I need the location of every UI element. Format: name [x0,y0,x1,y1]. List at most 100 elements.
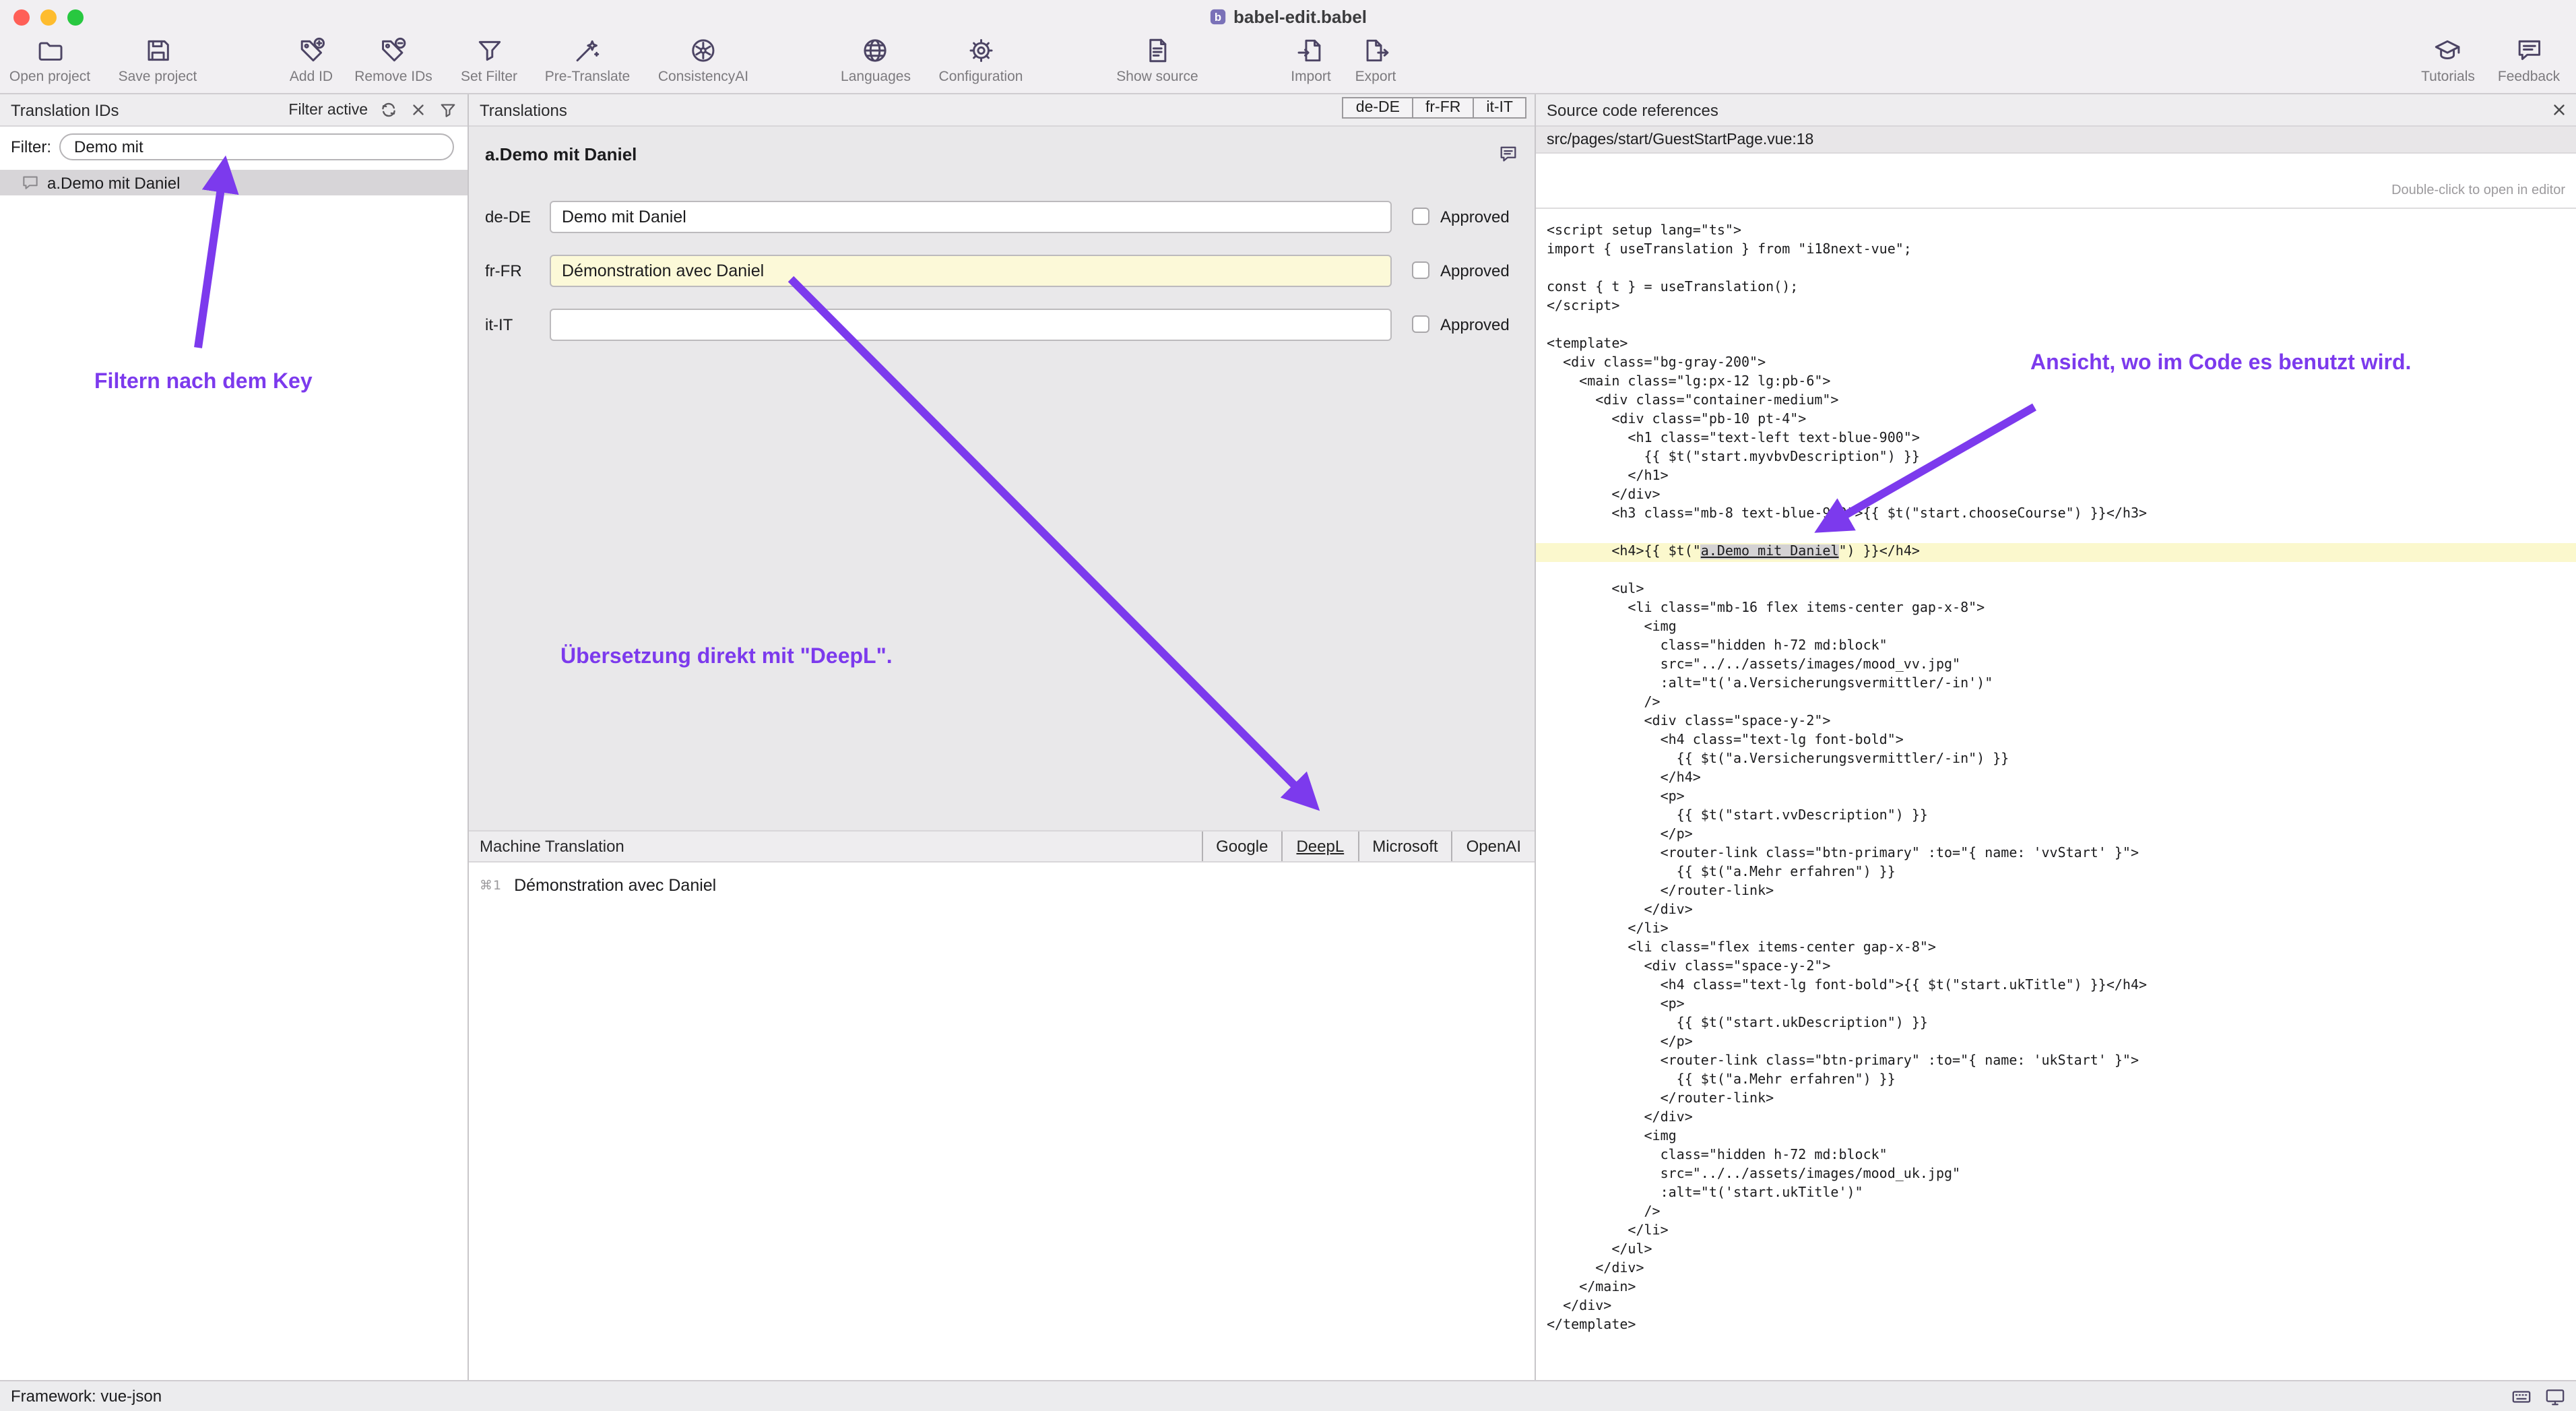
toolbar-button-set-filter[interactable]: Set Filter [461,36,517,85]
toolbar-button-consistencyai[interactable]: ConsistencyAI [658,36,748,85]
highlighted-translation-id[interactable]: a.Demo mit Daniel [1701,544,1839,559]
toolbar-button-feedback[interactable]: Feedback [2498,36,2560,85]
source-reference-path: src/pages/start/GuestStartPage.vue:18 [1547,131,1813,148]
mt-shortcut-badge: ⌘1 [480,878,502,893]
svg-text:b: b [1215,11,1221,24]
toolbar-label: Save project [119,69,197,85]
comment-icon[interactable] [1498,144,1518,164]
mt-provider-google[interactable]: Google [1201,832,1281,861]
translations-panel: Translations de-DEfr-FRit-IT a.Demo mit … [469,94,1536,1380]
hint-area: Double-click to open in editor [1536,154,2576,209]
zoom-window-button[interactable] [67,9,84,26]
approved-label: Approved [1440,208,1510,226]
wand-icon [573,36,602,65]
source-reference-item[interactable]: src/pages/start/GuestStartPage.vue:18 [1536,127,2576,154]
status-bar: Framework: vue-json [0,1380,2576,1411]
mt-provider-microsoft[interactable]: Microsoft [1357,832,1451,861]
language-tab-de-de[interactable]: de-DE [1343,97,1413,119]
approved-checkbox[interactable] [1412,208,1429,225]
code-line: <h4 class="text-lg font-bold">{{ $t("sta… [1547,977,2576,996]
translation-input-it-it[interactable] [550,309,1392,341]
close-icon[interactable] [2550,101,2568,119]
code-line: {{ $t("a.Mehr erfahren") }} [1547,1071,2576,1090]
toolbar-label: Languages [841,69,911,85]
translation-input-de-de[interactable] [550,201,1392,233]
translation-id-item[interactable]: a.Demo mit Daniel [0,170,468,195]
mt-suggestion[interactable]: Démonstration avec Daniel [514,876,716,895]
toolbar-button-add-id[interactable]: Add ID [290,36,333,85]
code-line: <img [1547,619,2576,637]
toolbar-button-languages[interactable]: Languages [841,36,911,85]
filter-icon[interactable] [439,101,457,119]
refresh-icon[interactable] [380,101,397,119]
mt-provider-deepl[interactable]: DeepL [1281,832,1357,861]
translation-row-it-it: it-ITApproved [469,309,1535,341]
toolbar-label: ConsistencyAI [658,69,748,85]
toolbar-button-export[interactable]: Export [1355,36,1396,85]
code-line: src="../../assets/images/mood_vv.jpg" [1547,656,2576,675]
approved-label: Approved [1440,261,1510,280]
code-line: :alt="t('start.ukTitle')" [1547,1185,2576,1203]
code-line: </div> [1547,1298,2576,1317]
code-line: class="hidden h-72 md:block" [1547,1147,2576,1166]
app-icon: b [1209,8,1227,26]
toolbar-button-open-project[interactable]: Open project [9,36,90,85]
code-line: <template> [1547,336,2576,354]
toolbar-label: Export [1355,69,1396,85]
code-line: <router-link class="btn-primary" :to="{ … [1547,1053,2576,1071]
code-line: <li class="flex items-center gap-x-8"> [1547,939,2576,958]
translations-header: Translations de-DEfr-FRit-IT [469,94,1535,127]
code-line: </li> [1547,1222,2576,1241]
toolbar-button-show-source[interactable]: Show source [1116,36,1198,85]
code-line: </ul> [1547,1241,2576,1260]
filter-input[interactable] [59,133,454,160]
language-tab-it-it[interactable]: it-IT [1473,97,1526,119]
code-line: </div> [1547,1260,2576,1279]
code-line: <div class="pb-10 pt-4"> [1547,411,2576,430]
mt-provider-openai[interactable]: OpenAI [1452,832,1535,861]
code-line: </p> [1547,1034,2576,1053]
code-line: </main> [1547,1279,2576,1298]
toolbar-label: Remove IDs [354,69,432,85]
toolbar-button-import[interactable]: Import [1291,36,1331,85]
export-icon [1361,36,1390,65]
keyboard-icon[interactable] [2511,1386,2532,1406]
code-line: </div> [1547,487,2576,505]
window-title-text: babel-edit.babel [1233,7,1367,27]
toolbar-button-configuration[interactable]: Configuration [939,36,1023,85]
translation-input-fr-fr[interactable] [550,255,1392,287]
traffic-lights [13,9,84,26]
toolbar-label: Open project [9,69,90,85]
clear-filter-icon[interactable] [410,101,427,119]
code-line: <img [1547,1128,2576,1147]
language-tab-fr-fr[interactable]: fr-FR [1412,97,1474,119]
close-window-button[interactable] [13,9,30,26]
window-chrome: b babel-edit.babel Open project Save proj… [0,0,2576,94]
machine-translation-body: ⌘1 Démonstration avec Daniel [469,863,1535,1380]
code-line: <router-link class="btn-primary" :to="{ … [1547,845,2576,864]
status-bar-icons [2511,1386,2565,1406]
code-line: </router-link> [1547,883,2576,902]
code-line: </h1> [1547,468,2576,487]
minimize-window-button[interactable] [40,9,57,26]
approved-checkbox[interactable] [1412,315,1429,333]
window-title: b babel-edit.babel [1209,7,1367,27]
code-line: <main class="lg:px-12 lg:pb-6"> [1547,373,2576,392]
source-references-title: Source code references [1547,100,1718,119]
folder-icon [36,36,64,65]
open-in-editor-hint: Double-click to open in editor [2391,183,2565,198]
display-icon[interactable] [2545,1386,2565,1406]
toolbar-button-remove-ids[interactable]: Remove IDs [354,36,432,85]
code-line: <p> [1547,996,2576,1015]
toolbar-label: Feedback [2498,69,2560,85]
translation-editor: a.Demo mit Daniel de-DEApprovedfr-FRAppr… [469,127,1535,830]
code-line: </div> [1547,1109,2576,1128]
toolbar-button-pre-translate[interactable]: Pre-Translate [545,36,630,85]
toolbar-button-save-project[interactable]: Save project [119,36,197,85]
translations-title: Translations [480,100,567,119]
code-line: </li> [1547,920,2576,939]
toolbar-label: Pre-Translate [545,69,630,85]
toolbar-button-tutorials[interactable]: Tutorials [2421,36,2475,85]
approved-checkbox[interactable] [1412,261,1429,279]
tutorial-icon [2434,36,2462,65]
